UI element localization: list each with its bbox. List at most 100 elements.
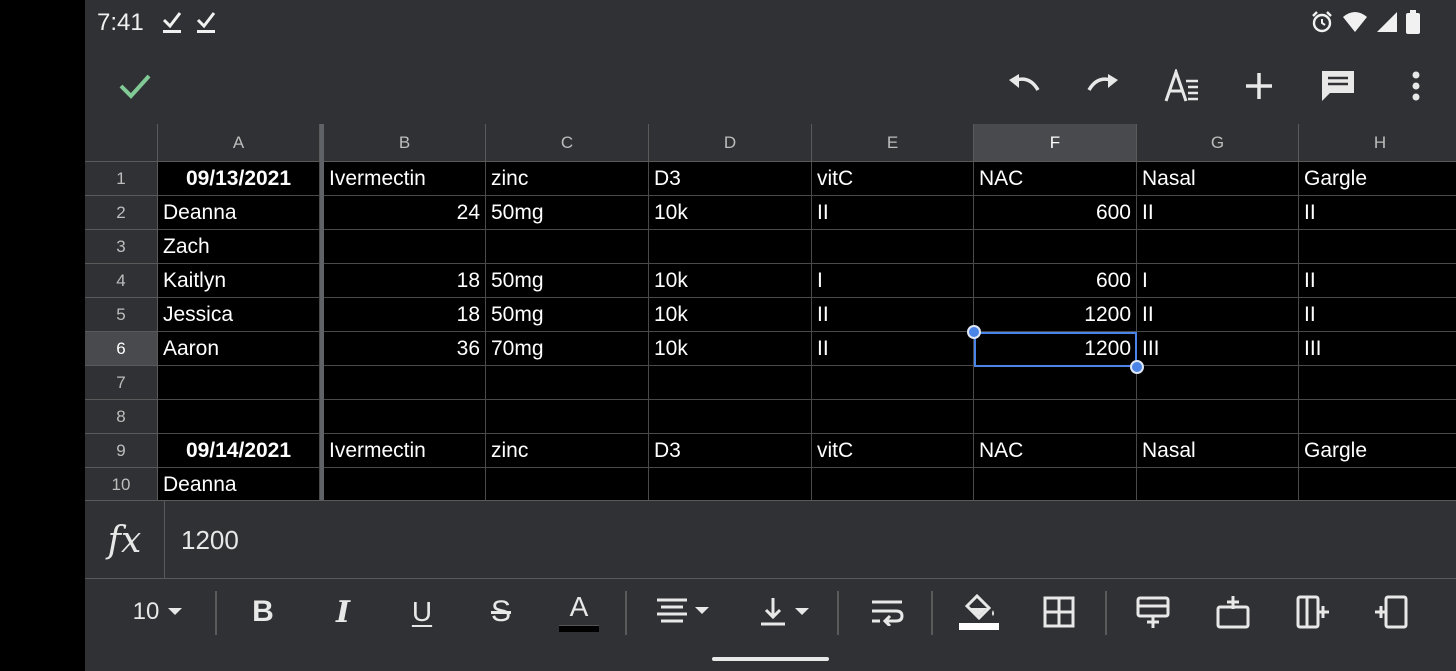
cell-c1[interactable]: zinc bbox=[486, 162, 649, 196]
cell-b5[interactable]: 18 bbox=[324, 298, 486, 332]
vertical-align-button[interactable] bbox=[755, 589, 817, 635]
cell-d2[interactable]: 10k bbox=[649, 196, 812, 230]
cell-f4[interactable]: 600 bbox=[974, 264, 1137, 298]
cell-h4[interactable]: II bbox=[1299, 264, 1456, 298]
cell-e10[interactable] bbox=[812, 468, 974, 500]
cell-e1[interactable]: vitC bbox=[812, 162, 974, 196]
bold-button[interactable]: B bbox=[241, 589, 285, 635]
cell-f10[interactable] bbox=[974, 468, 1137, 500]
cell-f3[interactable] bbox=[974, 230, 1137, 264]
cell-g8[interactable] bbox=[1137, 400, 1299, 434]
cell-h6[interactable]: III bbox=[1299, 332, 1456, 366]
cell-b9[interactable]: Ivermectin bbox=[324, 434, 486, 468]
cell-f1[interactable]: NAC bbox=[974, 162, 1137, 196]
cell-a4[interactable]: Kaitlyn bbox=[158, 264, 320, 298]
cell-d6[interactable]: 10k bbox=[649, 332, 812, 366]
cell-f9[interactable]: NAC bbox=[974, 434, 1137, 468]
cell-a1[interactable]: 09/13/2021 bbox=[158, 162, 320, 196]
cell-a6[interactable]: Aaron bbox=[158, 332, 320, 366]
insert-button[interactable] bbox=[1237, 64, 1281, 108]
cell-h8[interactable] bbox=[1299, 400, 1456, 434]
cell-g7[interactable] bbox=[1137, 366, 1299, 400]
cell-d9[interactable]: D3 bbox=[649, 434, 812, 468]
cell-f8[interactable] bbox=[974, 400, 1137, 434]
row-header-9[interactable]: 9 bbox=[85, 434, 158, 468]
cell-c2[interactable]: 50mg bbox=[486, 196, 649, 230]
spreadsheet-grid[interactable]: A B C D E F G H 1 09/13/2021 Ivermectin zinc D3 vitC N… bbox=[85, 124, 1456, 500]
cell-a8[interactable] bbox=[158, 400, 320, 434]
cell-c3[interactable] bbox=[486, 230, 649, 264]
column-header-g[interactable]: G bbox=[1137, 124, 1299, 162]
row-header-10[interactable]: 10 bbox=[85, 468, 158, 500]
cell-c8[interactable] bbox=[486, 400, 649, 434]
fill-color-button[interactable] bbox=[957, 589, 1001, 635]
cell-b8[interactable] bbox=[324, 400, 486, 434]
cell-h7[interactable] bbox=[1299, 366, 1456, 400]
cell-e3[interactable] bbox=[812, 230, 974, 264]
borders-button[interactable] bbox=[1037, 589, 1081, 635]
frozen-column-divider[interactable] bbox=[320, 124, 324, 500]
cell-h3[interactable] bbox=[1299, 230, 1456, 264]
cell-b7[interactable] bbox=[324, 366, 486, 400]
cell-b1[interactable]: Ivermectin bbox=[324, 162, 486, 196]
insert-row-above-button[interactable] bbox=[1131, 589, 1175, 635]
cell-a5[interactable]: Jessica bbox=[158, 298, 320, 332]
text-wrap-button[interactable] bbox=[865, 589, 909, 635]
row-header-4[interactable]: 4 bbox=[85, 264, 158, 298]
row-header-2[interactable]: 2 bbox=[85, 196, 158, 230]
column-header-c[interactable]: C bbox=[486, 124, 649, 162]
strikethrough-button[interactable]: S bbox=[479, 589, 523, 635]
cell-g3[interactable] bbox=[1137, 230, 1299, 264]
cell-e2[interactable]: II bbox=[812, 196, 974, 230]
formula-input[interactable]: 1200 bbox=[181, 525, 239, 556]
undo-button[interactable] bbox=[1002, 64, 1046, 108]
more-options-button[interactable] bbox=[1394, 64, 1438, 108]
comment-button[interactable] bbox=[1316, 64, 1360, 108]
cell-d7[interactable] bbox=[649, 366, 812, 400]
row-header-1[interactable]: 1 bbox=[85, 162, 158, 196]
redo-button[interactable] bbox=[1081, 64, 1125, 108]
cell-g4[interactable]: I bbox=[1137, 264, 1299, 298]
cell-h2[interactable]: II bbox=[1299, 196, 1456, 230]
horizontal-align-button[interactable] bbox=[653, 589, 715, 635]
select-all-corner[interactable] bbox=[85, 124, 158, 162]
cell-g9[interactable]: Nasal bbox=[1137, 434, 1299, 468]
cell-d5[interactable]: 10k bbox=[649, 298, 812, 332]
cell-b6[interactable]: 36 bbox=[324, 332, 486, 366]
font-size-dropdown[interactable]: 10 bbox=[123, 589, 193, 635]
cell-d10[interactable] bbox=[649, 468, 812, 500]
cell-h10[interactable] bbox=[1299, 468, 1456, 500]
row-header-7[interactable]: 7 bbox=[85, 366, 158, 400]
cell-a7[interactable] bbox=[158, 366, 320, 400]
selection-handle-bottom-right[interactable] bbox=[1130, 360, 1144, 374]
cell-h1[interactable]: Gargle bbox=[1299, 162, 1456, 196]
cell-b10[interactable] bbox=[324, 468, 486, 500]
selection-handle-top-left[interactable] bbox=[967, 325, 981, 339]
cell-c5[interactable]: 50mg bbox=[486, 298, 649, 332]
cell-g6[interactable]: III bbox=[1137, 332, 1299, 366]
italic-button[interactable]: I bbox=[321, 589, 365, 635]
cell-d1[interactable]: D3 bbox=[649, 162, 812, 196]
column-header-e[interactable]: E bbox=[812, 124, 974, 162]
cell-f2[interactable]: 600 bbox=[974, 196, 1137, 230]
cell-e8[interactable] bbox=[812, 400, 974, 434]
column-header-h[interactable]: H bbox=[1299, 124, 1456, 162]
cell-e4[interactable]: I bbox=[812, 264, 974, 298]
row-header-5[interactable]: 5 bbox=[85, 298, 158, 332]
column-header-f[interactable]: F bbox=[974, 124, 1137, 162]
cell-c7[interactable] bbox=[486, 366, 649, 400]
column-header-b[interactable]: B bbox=[324, 124, 486, 162]
cell-a9[interactable]: 09/14/2021 bbox=[158, 434, 320, 468]
cell-h9[interactable]: Gargle bbox=[1299, 434, 1456, 468]
cell-c6[interactable]: 70mg bbox=[486, 332, 649, 366]
cell-a2[interactable]: Deanna bbox=[158, 196, 320, 230]
cell-e6[interactable]: II bbox=[812, 332, 974, 366]
cell-c4[interactable]: 50mg bbox=[486, 264, 649, 298]
cell-a10[interactable]: Deanna bbox=[158, 468, 320, 500]
row-header-8[interactable]: 8 bbox=[85, 400, 158, 434]
cell-e5[interactable]: II bbox=[812, 298, 974, 332]
cell-d4[interactable]: 10k bbox=[649, 264, 812, 298]
insert-column-right-button[interactable] bbox=[1369, 589, 1413, 635]
cell-b3[interactable] bbox=[324, 230, 486, 264]
column-header-a[interactable]: A bbox=[158, 124, 320, 162]
